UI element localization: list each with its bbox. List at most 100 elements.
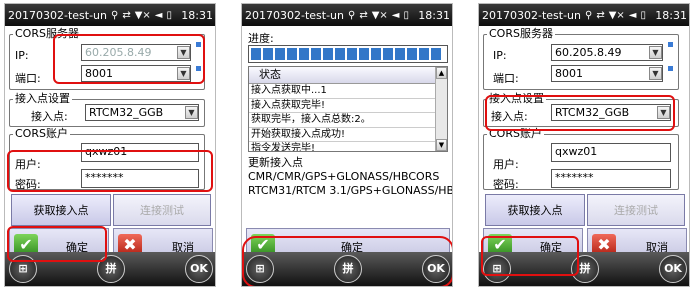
screen-cors-settings-updated: 20170302-test-un ⚲ ⇄ ▼× ◄ ▯ 18:31 CORS服务… [478,3,690,287]
screen-fetch-mount-progress: 20170302-test-un ⚲ ⇄ ▼× ◄ ▯ 18:31 进度: 状态… [241,3,453,287]
progress-segment [287,48,297,60]
mount-item: RTCM31/RTCM 3.1/GPS+GLONASS/HBCOR [248,184,453,197]
signal-icon: ⚲ [111,9,119,21]
ime-pinyin-icon[interactable]: 拼 [97,255,125,283]
password-input[interactable]: ******* [81,169,199,188]
progress-segment [383,48,393,60]
chevron-down-icon[interactable]: ▼ [649,46,662,59]
volume-icon: ◄ [391,9,400,21]
status-square-icon [196,66,201,71]
password-label: 密码: [493,178,519,191]
clock: 18:31 [418,8,450,22]
port-input[interactable]: 8001 [551,65,663,82]
chevron-down-icon[interactable]: ▼ [177,67,190,80]
list-item: 接入点获取完毕! [249,99,447,113]
cors-account-legend: CORS账户 [13,127,70,140]
list-item: 获取完毕，接入点总数:2。 [249,113,447,128]
progress-segment [275,48,285,60]
ok-round-button[interactable]: OK [422,255,450,283]
battery-icon: ▯ [166,9,173,21]
sync-icon: ⇄ [359,9,368,21]
test-connection-button[interactable]: 连接测试 [113,194,211,226]
chevron-down-icon[interactable]: ▼ [657,106,670,119]
progress-segment [335,48,345,60]
chevron-down-icon[interactable]: ▼ [649,67,662,80]
chevron-down-icon[interactable]: ▼ [177,46,190,59]
battery-icon: ▯ [403,9,410,21]
volume-icon: ◄ [154,9,163,21]
progress-bar [248,45,448,63]
status-square-icon [668,66,673,71]
cors-account-legend: CORS账户 [487,127,544,140]
progress-segment [263,48,273,60]
mount-list-title: 更新接入点 [248,156,303,169]
volume-icon: ◄ [628,9,637,21]
user-label: 用户: [493,158,519,171]
ok-round-button[interactable]: OK [659,255,687,283]
test-connection-button[interactable]: 连接测试 [587,194,685,226]
clock: 18:31 [181,8,213,22]
status-square-icon [668,42,673,47]
progress-segment [407,48,417,60]
windows-start-icon[interactable]: ⊞ [246,255,274,283]
user-label: 用户: [15,158,41,171]
progress-segment [251,48,261,60]
mount-point-legend: 接入点设置 [13,92,72,105]
mount-point-legend: 接入点设置 [487,92,546,105]
port-label: 端口: [493,72,519,85]
no-signal-icon: ▼× [134,9,151,21]
windows-start-icon[interactable]: ⊞ [9,255,37,283]
signal-icon: ⚲ [348,9,356,21]
progress-label: 进度: [248,32,274,45]
port-input[interactable]: 8001 [81,65,191,82]
chevron-down-icon[interactable]: ▼ [185,106,198,119]
list-item: 开始获取接入点成功! [249,128,447,142]
battery-icon: ▯ [640,9,647,21]
progress-segment [395,48,405,60]
mount-point-label: 接入点: [491,110,528,123]
ip-label: IP: [493,49,507,62]
port-label: 端口: [15,72,41,85]
user-input[interactable]: qxwz01 [551,143,671,162]
list-item: 接入点获取中...1 [249,84,447,99]
progress-segment [431,48,441,60]
ip-input[interactable]: 60.205.8.49 [81,44,191,61]
status-bar: 20170302-test-un ⚲ ⇄ ▼× ◄ ▯ 18:31 [479,4,689,26]
cors-server-legend: CORS服务器 [487,27,555,40]
taskbar: ⊞ 拼 OK [5,252,215,286]
ip-label: IP: [15,49,29,62]
ok-round-button[interactable]: OK [185,255,213,283]
taskbar: ⊞ 拼 OK [242,252,452,286]
status-log-list[interactable]: 状态 接入点获取中...1 接入点获取完毕! 获取完毕，接入点总数:2。 开始获… [248,66,448,152]
ime-pinyin-icon[interactable]: 拼 [571,255,599,283]
no-signal-icon: ▼× [371,9,388,21]
sync-icon: ⇄ [122,9,131,21]
screen-cors-settings-initial: 20170302-test-un ⚲ ⇄ ▼× ◄ ▯ 18:31 CORS服务… [4,3,216,287]
windows-start-icon[interactable]: ⊞ [483,255,511,283]
mount-point-select[interactable]: RTCM32_GGB [551,104,671,121]
status-bar: 20170302-test-un ⚲ ⇄ ▼× ◄ ▯ 18:31 [242,4,452,26]
password-input[interactable]: ******* [551,169,671,188]
ip-input[interactable]: 60.205.8.49 [551,44,663,61]
progress-segment [359,48,369,60]
progress-segment [299,48,309,60]
mount-point-label: 接入点: [31,110,68,123]
progress-segment [371,48,381,60]
user-input[interactable]: qxwz01 [81,143,199,162]
ime-pinyin-icon[interactable]: 拼 [334,255,362,283]
progress-segment [311,48,321,60]
scroll-up-icon[interactable]: ▲ [436,67,447,79]
get-mount-point-button[interactable]: 获取接入点 [485,194,585,226]
progress-segment [323,48,333,60]
scrollbar[interactable]: ▲ ▼ [435,67,447,151]
window-title: 20170302-test-un [8,8,107,22]
window-title: 20170302-test-un [482,8,581,22]
sync-icon: ⇄ [596,9,605,21]
signal-icon: ⚲ [585,9,593,21]
mount-point-select[interactable]: RTCM32_GGB [85,104,199,121]
get-mount-point-button[interactable]: 获取接入点 [11,194,111,226]
no-signal-icon: ▼× [608,9,625,21]
scroll-down-icon[interactable]: ▼ [436,139,447,151]
progress-segment [347,48,357,60]
mount-item: CMR/CMR/GPS+GLONASS/HBCORS [248,170,440,183]
